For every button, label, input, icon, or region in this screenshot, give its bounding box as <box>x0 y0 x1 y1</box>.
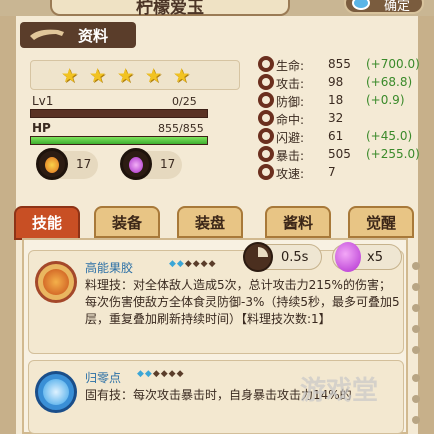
stats-list: 生命: 855 (+700.0) 攻击: 98 (+68.8) 防御: 18 (… <box>256 55 420 183</box>
stat-name: 攻速: <box>276 167 305 181</box>
scroll-dot <box>412 325 420 333</box>
tab-bar: 技能 装备 装盘 酱料 觉醒 <box>14 206 418 240</box>
skill-name: 高能果胶 <box>85 261 134 275</box>
stat-row: 生命: 855 (+700.0) <box>256 55 420 73</box>
crit-icon <box>258 146 274 162</box>
skill-level-icon: ◆◆◆◆◆◆ <box>137 369 185 379</box>
stat-name: 命中: <box>276 113 305 127</box>
scroll-dot <box>412 416 420 424</box>
crystal-orb-icon <box>120 148 152 180</box>
scroll-dot <box>412 304 420 312</box>
cooldown-badge: 0.5s <box>243 242 322 272</box>
stat-row: 攻击: 98 (+68.8) <box>256 73 416 91</box>
stat-name: 生命: <box>276 59 305 73</box>
target-icon <box>258 110 274 126</box>
star-icon: ★ <box>145 65 163 87</box>
sword-icon <box>258 74 274 90</box>
fruit-skill-icon <box>35 261 77 303</box>
skill-description: 料理技：对全体敌人造成5次，总计攻击力215%的伤害；每次伤害使敌方全体食灵防御… <box>85 278 400 326</box>
crystal-skill-icon <box>35 371 77 413</box>
scroll-dot <box>412 346 420 354</box>
level-value: 0/25 <box>172 95 197 108</box>
skill-name: 归零点 <box>85 371 122 385</box>
tab-sauce[interactable]: 酱料 <box>265 206 331 238</box>
stat-row: 防御: 18 (+0.9) <box>256 91 416 109</box>
stat-bonus: (+255.0) <box>366 147 420 161</box>
resource-a[interactable]: 17 <box>36 148 98 180</box>
stat-row: 闪避: 61 (+45.0) <box>256 127 416 145</box>
stat-value: 61 <box>328 129 344 143</box>
star-icon: ★ <box>173 65 191 87</box>
stat-row: 攻速: 7 <box>256 163 416 181</box>
stat-row: 暴击: 505 (+255.0) <box>256 145 420 163</box>
confirm-label: 确定 <box>383 0 410 14</box>
stat-name: 闪避: <box>276 131 305 145</box>
hp-value: 855/855 <box>158 122 204 135</box>
stat-bonus: (+45.0) <box>366 129 413 143</box>
stat-value: 32 <box>328 111 344 125</box>
drop-icon <box>335 242 361 272</box>
count-badge: x5 <box>332 242 402 272</box>
star-icon: ★ <box>89 65 107 87</box>
confirm-button[interactable]: 确定 <box>344 0 424 14</box>
tab-equipment[interactable]: 装备 <box>94 206 160 238</box>
lightning-icon <box>258 164 274 180</box>
section-header: 资料 <box>20 22 136 48</box>
shield-icon <box>258 92 274 108</box>
stat-value: 7 <box>328 165 336 179</box>
fire-orb-icon <box>36 148 68 180</box>
stat-value: 98 <box>328 75 344 89</box>
title-plate: 柠檬爱玉 <box>50 0 290 18</box>
heart-icon <box>258 56 274 72</box>
star-rating: ★ ★ ★ ★ ★ <box>30 60 240 90</box>
section-label: 资料 <box>78 27 109 45</box>
stat-row: 命中: 32 <box>256 109 416 127</box>
hp-label: HP <box>32 121 51 135</box>
hp-bar <box>30 136 208 145</box>
resource-a-value: 17 <box>76 157 92 171</box>
tab-skills[interactable]: 技能 <box>14 206 80 240</box>
confirm-icon <box>352 0 370 10</box>
stat-bonus: (+700.0) <box>366 57 420 71</box>
scroll-dot <box>412 262 420 270</box>
count-value: x5 <box>367 250 383 265</box>
scroll-dot <box>412 395 420 403</box>
stat-bonus: (+0.9) <box>366 93 405 107</box>
stat-value: 505 <box>328 147 351 161</box>
resource-b[interactable]: 17 <box>120 148 182 180</box>
stat-name: 防御: <box>276 95 305 109</box>
star-icon: ★ <box>117 65 135 87</box>
tab-awaken[interactable]: 觉醒 <box>348 206 414 238</box>
stat-name: 暴击: <box>276 149 305 163</box>
right-frame <box>418 16 434 434</box>
star-icon: ★ <box>61 65 79 87</box>
stat-value: 855 <box>328 57 351 71</box>
level-bar <box>30 109 208 118</box>
clock-icon <box>243 242 273 272</box>
resource-b-value: 17 <box>160 157 176 171</box>
tab-plate[interactable]: 装盘 <box>177 206 243 238</box>
scroll-dot <box>412 283 420 291</box>
stat-value: 18 <box>328 93 344 107</box>
dodge-icon <box>258 128 274 144</box>
skill-level-icon: ◆◆◆◆◆◆ <box>169 259 217 269</box>
stat-name: 攻击: <box>276 77 305 91</box>
scroll-dot <box>412 374 420 382</box>
pipe-icon <box>30 29 64 40</box>
hp-bar-fill <box>31 137 207 144</box>
stat-bonus: (+68.8) <box>366 75 413 89</box>
level-label: Lv1 <box>32 94 54 108</box>
cooldown-value: 0.5s <box>281 250 309 265</box>
watermark: 游戏堂 <box>300 376 379 406</box>
